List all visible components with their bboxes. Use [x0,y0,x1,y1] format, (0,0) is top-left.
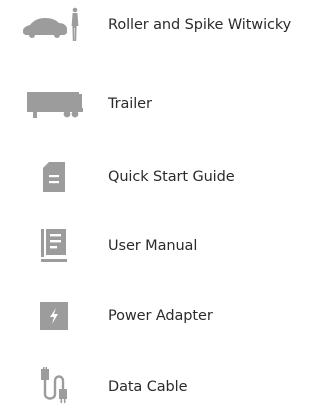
list-item: Roller and Spike Witwicky [0,0,328,50]
car-and-figure-icon [14,0,94,50]
manual-book-icon [14,221,94,271]
item-label: Power Adapter [108,308,213,324]
list-item: Trailer [0,79,328,129]
trailer-icon [14,79,94,129]
lightning-bolt-icon [14,291,94,341]
list-item: Data Cable [0,362,328,412]
item-label: User Manual [108,238,198,254]
list-item: Quick Start Guide [0,152,328,202]
list-item: Power Adapter [0,291,328,341]
item-label: Roller and Spike Witwicky [108,17,292,33]
in-the-box-list: Roller and Spike Witwicky Trailer Quick … [0,0,328,410]
item-label: Trailer [108,96,152,112]
item-label: Quick Start Guide [108,169,235,185]
list-item: User Manual [0,221,328,271]
usb-cable-icon [14,362,94,412]
item-label: Data Cable [108,379,188,395]
document-icon [14,152,94,202]
